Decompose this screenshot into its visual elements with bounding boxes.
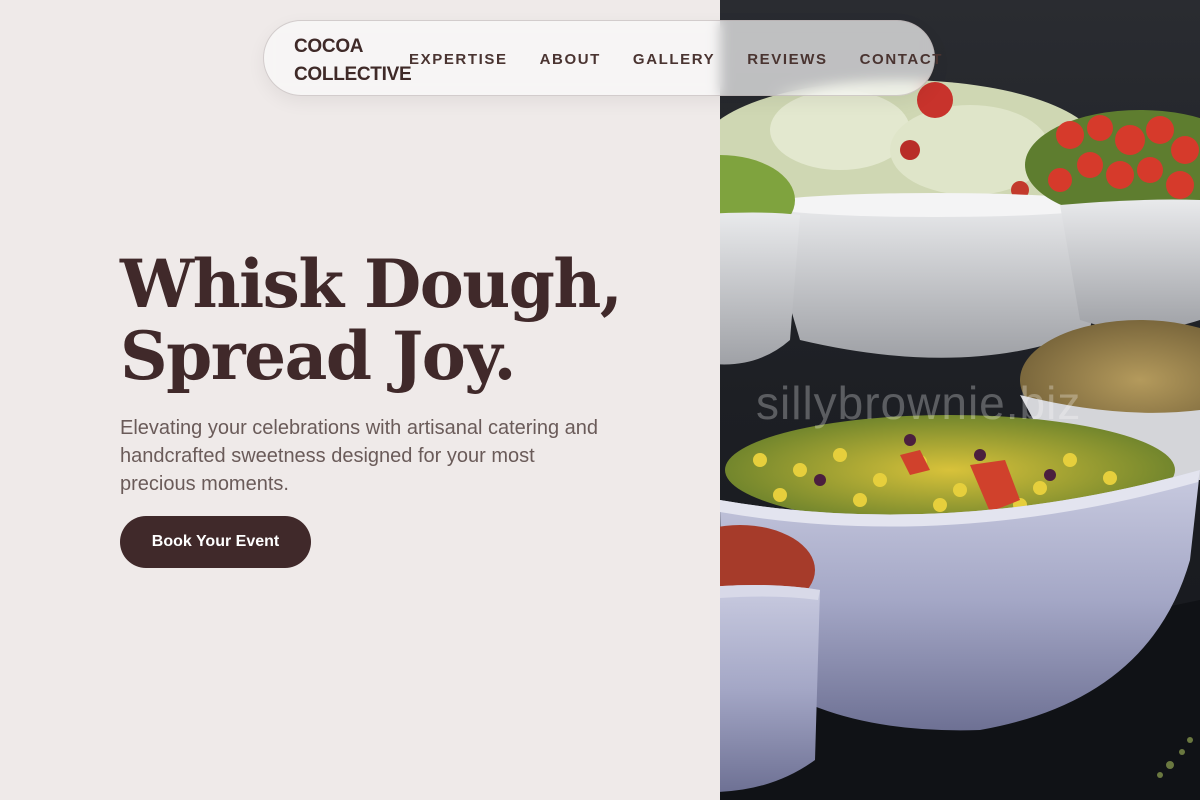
nav-link-about[interactable]: ABOUT xyxy=(540,51,601,68)
book-event-button[interactable]: Book Your Event xyxy=(120,516,311,568)
hero-title-line-2: Spread Joy. xyxy=(120,317,516,395)
hero-title-line-1: Whisk Dough, xyxy=(120,245,623,323)
hero-section: Whisk Dough, Spread Joy. Elevating your … xyxy=(0,0,720,800)
nav-link-reviews[interactable]: REVIEWS xyxy=(747,51,827,68)
nav-link-gallery[interactable]: GALLERY xyxy=(633,51,715,68)
nav-links: EXPERTISE ABOUT GALLERY REVIEWS CONTACT xyxy=(409,21,943,97)
nav-link-expertise[interactable]: EXPERTISE xyxy=(409,51,508,68)
hero-title: Whisk Dough, Spread Joy. xyxy=(120,245,623,395)
hero-photo: sillybrownie.biz xyxy=(720,0,1200,800)
brand-logo[interactable]: COCOA COLLECTIVE xyxy=(294,33,414,89)
hero-subtitle: Elevating your celebrations with artisan… xyxy=(120,417,599,495)
nav-link-contact[interactable]: CONTACT xyxy=(860,51,943,68)
watermark-text: sillybrownie.biz xyxy=(756,377,1082,429)
landing-page: Whisk Dough, Spread Joy. Elevating your … xyxy=(0,0,1200,800)
top-navbar: COCOA COLLECTIVE EXPERTISE ABOUT GALLERY… xyxy=(263,20,941,96)
